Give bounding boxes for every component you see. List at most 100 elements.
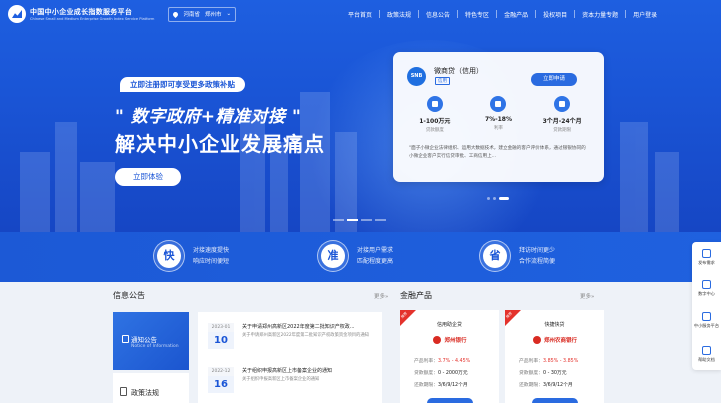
main-nav: 平台首页 政策法规 信息公告 特色专区 金融产品 投权项目 资本力量专题 用户登… (348, 0, 657, 28)
feature-line: 对接用户需求 (357, 247, 394, 254)
save-icon: 省 (483, 244, 507, 268)
bank-logo: 郑州银行 (420, 334, 480, 346)
nav-login[interactable]: 用户登录 (633, 10, 657, 19)
stat-rate: 7%-18% 利率 (470, 96, 526, 133)
rate-value: 3.85% - 3.85% (543, 359, 579, 364)
finance-product-card[interactable]: 推荐 信用助企贷 郑州银行 产品利率：3.7% - 4.45% 贷款额度：0 -… (400, 310, 499, 403)
notice-category-tab[interactable]: 通知公告 Notice of Information (113, 312, 189, 370)
platform-logo[interactable]: 中国中小企业成长指数服务平台 Chinese Small and Medium … (8, 5, 154, 23)
location-pin-icon (172, 10, 180, 18)
notice-sublabel: Notice of Information (131, 344, 179, 349)
finance-product-title: 信用助企贷 (436, 322, 462, 328)
news-list: 2023-01 10 关于申请郑州高新区2022年度第二批知识产权政... 关于… (198, 312, 382, 403)
info-more-link[interactable]: 更多» (374, 292, 388, 300)
product-carousel-dots (487, 197, 509, 200)
product-tag: 信用 (435, 77, 450, 85)
stat-value: 7%-18% (484, 116, 512, 123)
amount-value: 0 - 2000万元 (438, 371, 468, 376)
feature-line: 对接速度提快 (193, 247, 230, 254)
feature-line: 拜访时间更少 (519, 247, 556, 254)
feature-save: 省 拜访时间更少 合作流程简便 (479, 240, 555, 272)
carousel-dot[interactable] (493, 197, 496, 200)
nav-capital[interactable]: 资本力量专题 (582, 10, 618, 19)
fast-icon: 快 (157, 244, 181, 268)
banner-dot[interactable] (361, 219, 372, 221)
nav-policy[interactable]: 政策法规 (387, 10, 411, 19)
sidebar-service[interactable]: 中小服务平台 (692, 312, 721, 328)
sidebar-label: 发布需求 (698, 260, 715, 265)
finance-section-title: 金融产品 (400, 291, 432, 300)
policy-category-tab[interactable]: 政策法规 (113, 373, 189, 403)
logo-icon (8, 5, 26, 23)
finance-product-title: 快捷快贷 (544, 322, 565, 328)
news-title[interactable]: 关于组织申报高新区上市备案企业的通知 (242, 367, 382, 374)
finance-product-card[interactable]: 推荐 快捷快贷 郑州农商银行 产品利率：3.85% - 3.85% 贷款额度：0… (505, 310, 604, 403)
percent-icon (490, 96, 507, 112)
banner-pagination (333, 219, 386, 221)
logo-subtitle: Chinese Small and Medium Enterprise Grow… (30, 17, 155, 21)
hero-headline-2: 解决中小企业发展痛点 (115, 132, 325, 156)
news-year-month: 2023-01 (208, 323, 234, 332)
doc-icon (702, 346, 711, 355)
nav-home[interactable]: 平台首页 (348, 10, 372, 19)
feature-line: 响应时间便短 (193, 258, 230, 265)
finance-apply-button[interactable] (427, 398, 473, 403)
list-item[interactable]: 2023-01 10 关于申请郑州高新区2022年度第二批知识产权政... 关于… (208, 323, 382, 349)
stat-label: 贷款期限 (553, 128, 572, 133)
stat-value: 3个月-24个月 (542, 118, 582, 125)
stat-value: 1-100万元 (419, 118, 451, 125)
term-row: 还款期限：3/6/9/12个月 (519, 383, 573, 388)
carousel-dot[interactable] (499, 197, 509, 200)
hero-banner (0, 0, 721, 232)
precise-icon: 准 (321, 244, 345, 268)
featured-product-card: SNB 微商贷（信用） 信用 立即申请 1-100万元 贷款额度 7%-18% … (393, 52, 604, 182)
bank-logo-icon: SNB (407, 67, 426, 86)
amount-row: 贷款额度：0 - 30万元 (519, 371, 567, 376)
recommend-icon (702, 280, 711, 289)
bank-logo-icon (433, 336, 442, 344)
notice-icon (122, 335, 129, 343)
sidebar-help[interactable]: 帮助文档 (692, 346, 721, 362)
amount-row: 贷款额度：0 - 2000万元 (414, 371, 468, 376)
news-desc: 关于组织申报高新区上市备案企业的通知 (242, 377, 320, 382)
sidebar-label: 中小服务平台 (693, 323, 720, 328)
rate-row: 产品利率：3.7% - 4.45% (414, 359, 471, 364)
location-selector[interactable]: 河南省 郑州市 ⌄ (168, 6, 237, 22)
sidebar-label: 数字中心 (698, 291, 715, 296)
list-item[interactable]: 2022-12 16 关于组织申报高新区上市备案企业的通知 关于组织申报高新区上… (208, 367, 382, 393)
news-year-month: 2022-12 (208, 367, 234, 376)
sidebar-center[interactable]: 数字中心 (692, 280, 721, 296)
floating-sidebar: 发布需求 数字中心 中小服务平台 帮助文档 (692, 242, 721, 370)
nav-special[interactable]: 特色专区 (465, 10, 489, 19)
term-row: 还款期限：3/6/9/12个月 (414, 383, 468, 388)
finance-apply-button[interactable] (532, 398, 578, 403)
carousel-dot[interactable] (487, 197, 490, 200)
product-description: "面子小微企业法律组织、运用大数据技术，建立金融的客户评价体系，通过银银协同的小… (409, 146, 586, 159)
try-now-button[interactable]: 立即体验 (115, 168, 181, 186)
nav-notice[interactable]: 信息公告 (426, 10, 450, 19)
promo-tag[interactable]: 立即注册即可享受更多政策补贴 (120, 77, 245, 92)
stat-label: 贷款额度 (425, 128, 444, 133)
calendar-icon (554, 96, 571, 112)
amount-value: 0 - 30万元 (543, 371, 567, 376)
stat-label: 利率 (493, 126, 503, 131)
finance-more-link[interactable]: 更多» (580, 292, 594, 300)
feature-line: 合作流程简便 (519, 258, 556, 265)
sidebar-publish[interactable]: 发布需求 (692, 249, 721, 265)
apply-now-button[interactable]: 立即申请 (531, 73, 577, 86)
news-desc: 关于申请郑州高新区2022年度第二批知识产权政策资金项目的通知 (242, 333, 369, 338)
banner-dot[interactable] (333, 219, 344, 221)
banner-dot[interactable] (347, 219, 358, 221)
city-skyline-decoration (0, 60, 721, 232)
news-day: 10 (208, 332, 234, 349)
publish-demand-icon (702, 249, 711, 258)
nav-finance[interactable]: 金融产品 (504, 10, 528, 19)
nav-projects[interactable]: 投权项目 (543, 10, 567, 19)
info-section-title: 信息公告 (113, 291, 145, 300)
stat-amount: 1-100万元 贷款额度 (407, 96, 463, 133)
rate-row: 产品利率：3.85% - 3.85% (519, 359, 579, 364)
top-header: 中国中小企业成长指数服务平台 Chinese Small and Medium … (0, 0, 721, 28)
banner-dot[interactable] (375, 219, 386, 221)
news-title[interactable]: 关于申请郑州高新区2022年度第二批知识产权政... (242, 323, 382, 330)
service-icon (702, 312, 711, 321)
